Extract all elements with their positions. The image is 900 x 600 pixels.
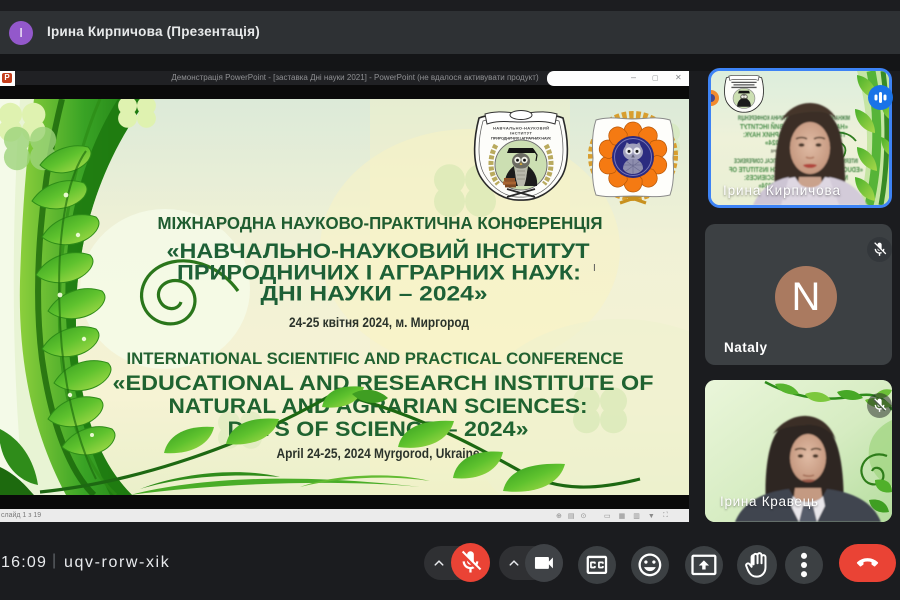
svg-text:24-25 квітня 2024, м. Миргород: 24-25 квітня 2024, м. Миргород	[289, 315, 469, 330]
svg-text:ПРИРОДНИЧИХ І АГРАРНИХ НАУК:: ПРИРОДНИЧИХ І АГРАРНИХ НАУК:	[177, 262, 581, 285]
svg-text:МІЖНАРОДНА НАУКОВО-ПРАКТИЧНА К: МІЖНАРОДНА НАУКОВО-ПРАКТИЧНА КОНФЕРЕНЦІЯ	[158, 213, 603, 233]
svg-text:«EDUCATIONAL AND RESEARCH INST: «EDUCATIONAL AND RESEARCH INSTITUTE OF	[113, 372, 654, 395]
svg-text:I: I	[593, 263, 596, 274]
svg-text:ДНІ НАУКИ – 2024»: ДНІ НАУКИ – 2024»	[261, 283, 488, 306]
svg-text:INTERNATIONAL SCIENTIFIC AND P: INTERNATIONAL SCIENTIFIC AND PRACTICAL C…	[127, 349, 624, 368]
svg-text:«НАВЧАЛЬНО-НАУКОВИЙ ІНСТИТУТ: «НАВЧАЛЬНО-НАУКОВИЙ ІНСТИТУТ	[167, 239, 590, 263]
svg-text:April 24-25, 2024 Myrgorod, Uk: April 24-25, 2024 Myrgorod, Ukraine	[277, 446, 480, 461]
